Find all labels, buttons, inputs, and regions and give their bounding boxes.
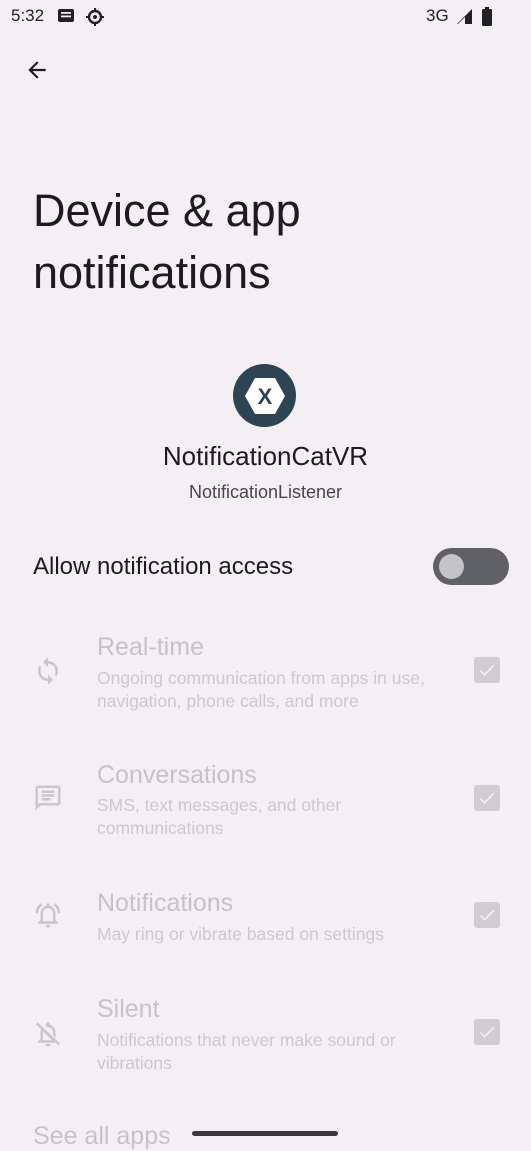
notification-access-screen: 5:32 3G Device & app notifications X Not… [0, 0, 531, 1151]
allow-access-label: Allow notification access [33, 553, 294, 580]
gesture-nav-handle[interactable] [192, 1131, 338, 1136]
back-button[interactable] [18, 51, 56, 89]
check-icon [479, 792, 495, 804]
pref-description: Notifications that never make sound or v… [97, 1030, 396, 1073]
app-subtitle: NotificationListener [188, 482, 343, 502]
debug-icon [85, 7, 105, 32]
chat-icon [33, 783, 63, 813]
sync-icon [33, 656, 63, 686]
see-all-apps-link[interactable]: See all apps [33, 1122, 171, 1151]
pref-item-real-time[interactable]: Real-time Ongoing communication from app… [0, 630, 531, 730]
xamarin-hexagon-icon: X [244, 377, 285, 414]
check-icon [479, 664, 495, 676]
battery-icon [481, 7, 493, 31]
allow-access-toggle[interactable] [433, 548, 509, 585]
arrow-back-icon [28, 61, 46, 79]
pref-item-conversations[interactable]: Conversations SMS, text messages, and ot… [0, 758, 531, 858]
message-icon [57, 7, 75, 30]
signal-icon [455, 7, 473, 30]
app-icon: X [233, 364, 296, 427]
pref-title: Conversations [97, 761, 257, 789]
page-title: Device & app notifications [33, 185, 301, 298]
pref-checkbox[interactable] [474, 785, 500, 811]
allow-access-row[interactable]: Allow notification access [0, 540, 531, 596]
check-icon [479, 909, 495, 921]
app-icon-letter: X [257, 384, 272, 409]
toggle-knob [439, 554, 464, 579]
pref-description: May ring or vibrate based on settings [97, 924, 384, 944]
pref-checkbox[interactable] [474, 902, 500, 928]
ringing-bell-icon [33, 900, 63, 930]
pref-description: Ongoing communication from apps in use, … [97, 668, 425, 711]
pref-item-silent[interactable]: Silent Notifications that never make sou… [0, 992, 531, 1092]
status-bar: 5:32 3G [0, 0, 531, 34]
bell-off-icon [33, 1019, 63, 1049]
pref-title: Real-time [97, 633, 204, 661]
pref-title: Silent [97, 995, 160, 1023]
pref-item-notifications[interactable]: Notifications May ring or vibrate based … [0, 886, 531, 966]
network-type: 3G [426, 6, 449, 25]
pref-checkbox[interactable] [474, 657, 500, 683]
pref-checkbox[interactable] [474, 1019, 500, 1045]
check-icon [479, 1026, 495, 1038]
app-name: NotificationCatVR [162, 441, 369, 471]
pref-description: SMS, text messages, and other communicat… [97, 795, 342, 838]
status-time: 5:32 [11, 6, 45, 25]
pref-title: Notifications [97, 889, 234, 917]
